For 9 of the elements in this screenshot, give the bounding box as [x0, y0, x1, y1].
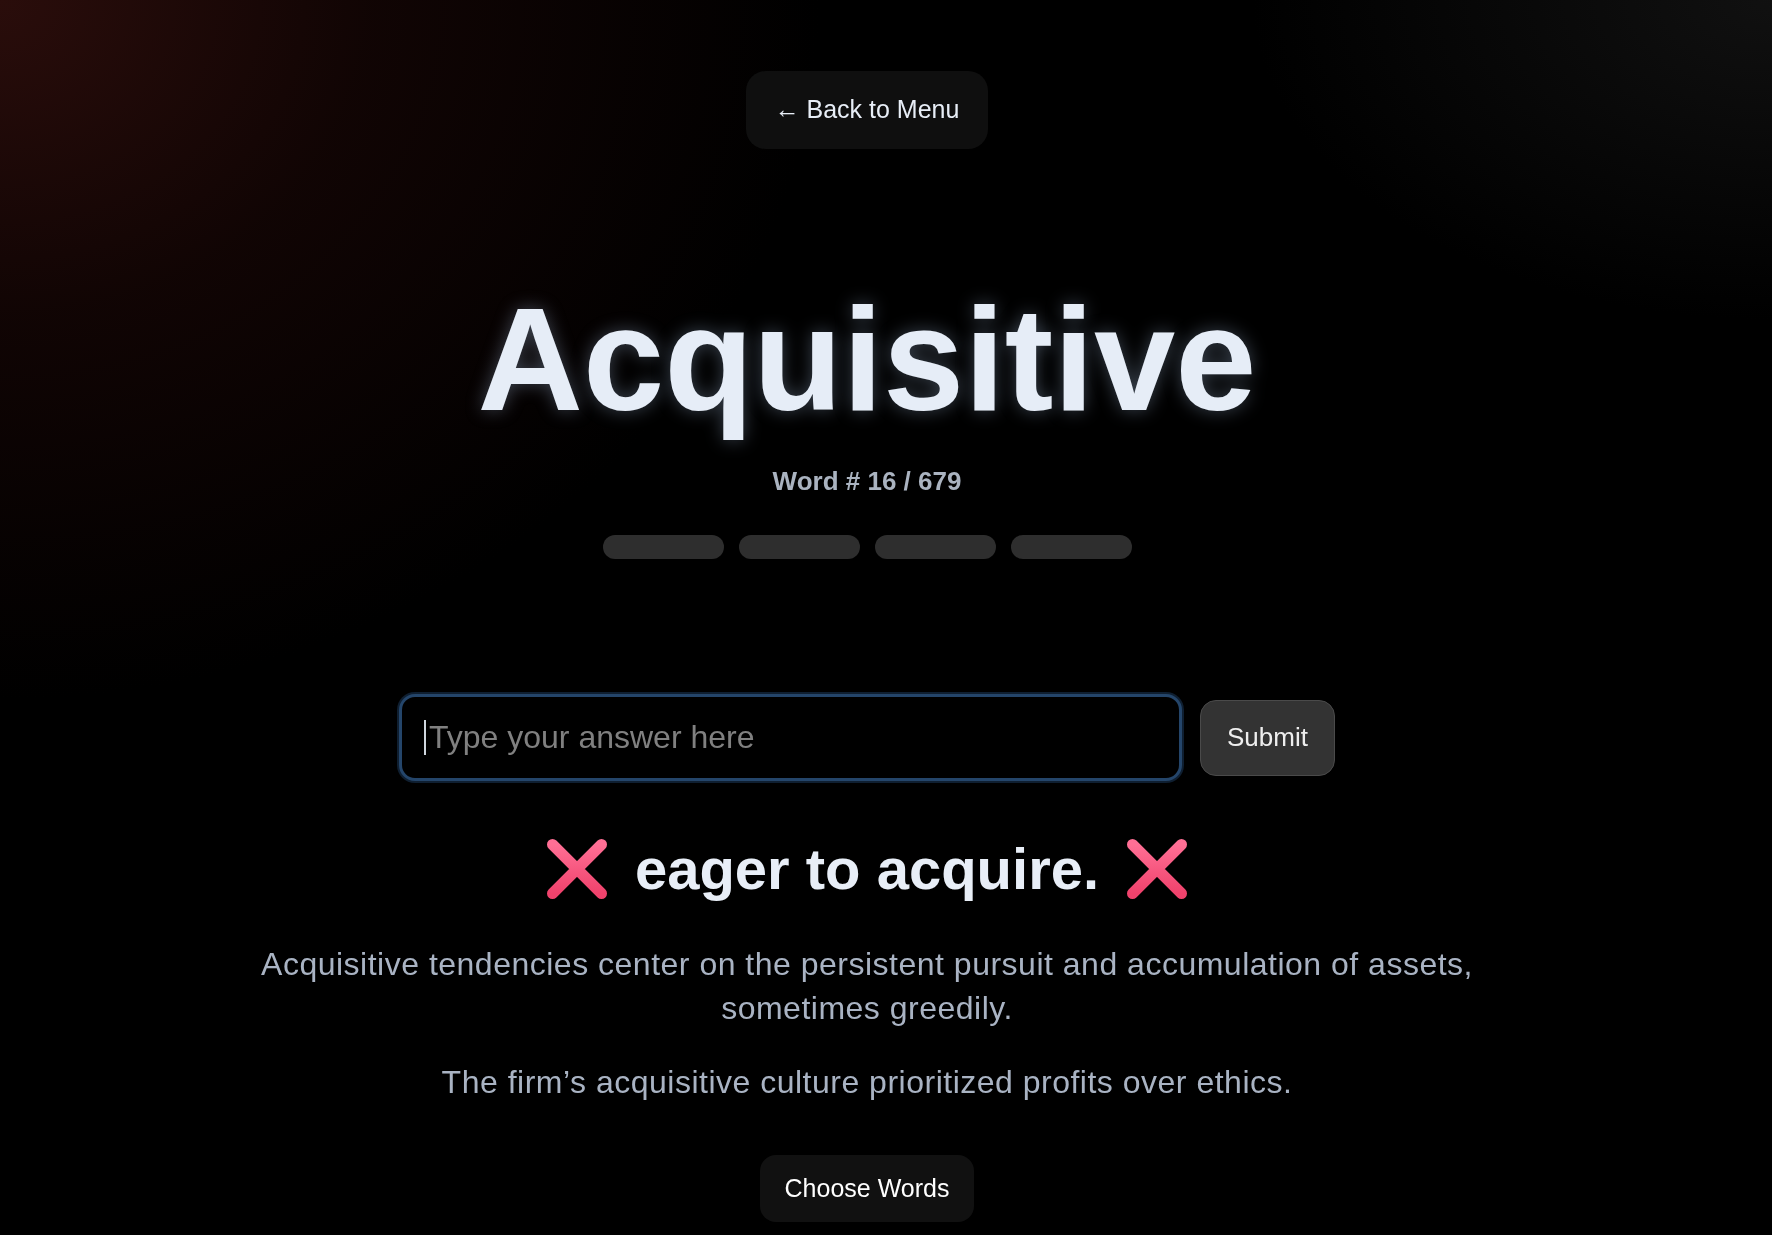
explanation-text: Acquisitive tendencies center on the persistent pursuit and accumulation of assets, sometimes greedily.	[260, 945, 1474, 1028]
back-button[interactable]: ← Back to Menu	[745, 71, 989, 149]
word-counter: Word # 16 / 679	[772, 466, 962, 496]
answer-field[interactable]: Type your answer here	[399, 694, 1182, 781]
example-sentence: The firm’s acquisitive culture prioritized profits over ethics.	[441, 1063, 1293, 1102]
submit-button[interactable]: Submit	[1200, 699, 1335, 776]
feedback-text: eager to acquire.	[634, 835, 1100, 903]
word-title: Acquisitive	[477, 280, 1257, 440]
choose-words-button[interactable]: Choose Words	[759, 1155, 975, 1222]
